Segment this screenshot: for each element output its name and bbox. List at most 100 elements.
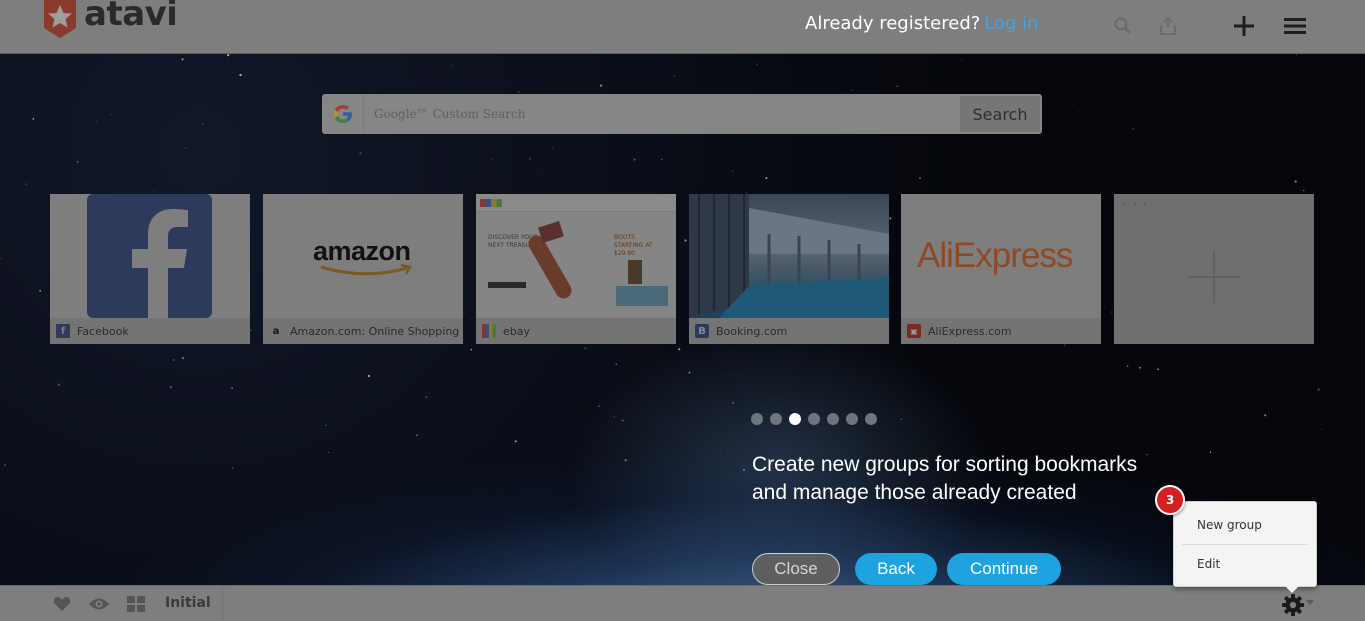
groups-footer-bar: Initial	[0, 585, 1365, 621]
star	[1157, 368, 1159, 371]
footer-divider	[222, 586, 223, 621]
add-bookmark-tile[interactable]: • • •	[1114, 194, 1314, 344]
facebook-logo-icon	[87, 194, 212, 318]
add-icon[interactable]	[1230, 12, 1258, 40]
star	[1303, 189, 1305, 192]
tour-dot[interactable]	[770, 413, 782, 425]
ebay-guitar-image	[525, 232, 575, 302]
grid-view-icon[interactable]	[125, 594, 147, 614]
chevron-down-icon[interactable]	[1306, 600, 1314, 605]
tour-tip-text: Create new groups for sorting bookmarks …	[752, 453, 1138, 504]
bookmark-tile-facebook[interactable]: f Facebook	[50, 194, 250, 344]
bookmark-tile-amazon[interactable]: amazon a Amazon.com: Online Shopping	[263, 194, 463, 344]
bookmark-tile-aliexpress[interactable]: AliExpress ▣ AliExpress.com	[901, 194, 1101, 344]
star	[918, 177, 922, 180]
star	[1064, 344, 1066, 346]
search-icon[interactable]	[1109, 12, 1137, 40]
star	[229, 69, 231, 71]
ebay-thumbnail: DISCOVER YOUR NEXT TREASURE BOOTS STARTIN…	[476, 194, 676, 318]
tour-dot[interactable]	[865, 413, 877, 425]
star-badge-icon	[44, 0, 76, 38]
star	[231, 467, 234, 469]
star	[1264, 414, 1267, 417]
star	[172, 358, 175, 362]
tour-dot[interactable]	[808, 413, 820, 425]
star	[598, 405, 600, 407]
star	[684, 239, 687, 242]
star	[896, 85, 899, 87]
amazon-favicon: a	[272, 325, 280, 337]
star	[416, 434, 418, 437]
star	[892, 56, 894, 58]
aliexpress-thumbnail: AliExpress	[901, 194, 1101, 318]
star	[181, 58, 184, 61]
empty-tile-dots: • • •	[1122, 200, 1149, 210]
star	[450, 65, 452, 66]
star	[673, 75, 675, 77]
menu-item-edit[interactable]: Edit	[1174, 545, 1316, 583]
ebay-promo-right: BOOTS STARTING AT $29.90	[614, 234, 653, 257]
tour-dot[interactable]	[751, 413, 763, 425]
star	[153, 191, 155, 193]
menu-item-new-group[interactable]: New group	[1174, 506, 1316, 544]
ebay-banner	[616, 286, 668, 306]
heart-icon[interactable]	[51, 594, 73, 614]
star	[1078, 110, 1080, 112]
star	[732, 401, 735, 404]
star	[851, 89, 853, 91]
gear-icon[interactable]	[1281, 593, 1305, 617]
ebay-boot-image	[628, 260, 642, 284]
star	[633, 158, 636, 161]
tour-close-button[interactable]: Close	[752, 553, 840, 585]
amazon-logo: amazon	[313, 236, 411, 266]
bookmark-tile-ebay[interactable]: DISCOVER YOUR NEXT TREASURE BOOTS STARTIN…	[476, 194, 676, 344]
ebay-favicon	[482, 324, 496, 338]
aliexpress-logo: AliExpress	[917, 236, 1073, 275]
tour-dot[interactable]	[846, 413, 858, 425]
star	[17, 156, 19, 158]
star	[743, 468, 745, 471]
star	[621, 419, 624, 422]
star	[732, 170, 734, 172]
star	[599, 84, 603, 87]
star	[367, 374, 371, 378]
brand-name: atavi	[84, 0, 178, 34]
group-tab-initial[interactable]: Initial	[165, 595, 211, 611]
login-link[interactable]: Log in	[984, 13, 1038, 34]
tile-title: Amazon.com: Online Shopping	[290, 324, 460, 338]
star	[1132, 128, 1134, 130]
star	[1317, 388, 1320, 391]
hamburger-menu-icon[interactable]	[1281, 12, 1309, 40]
tour-step-badge: 3	[1155, 485, 1185, 515]
star	[250, 329, 252, 331]
share-icon[interactable]	[1154, 12, 1182, 40]
star	[95, 121, 97, 123]
star	[661, 158, 663, 160]
star	[111, 113, 112, 115]
star	[325, 424, 327, 427]
eye-icon[interactable]	[88, 594, 110, 614]
registered-text: Already registered?	[805, 13, 981, 34]
search-button[interactable]: Search	[960, 96, 1040, 132]
star	[182, 357, 184, 359]
star	[765, 177, 768, 180]
star	[363, 455, 365, 457]
aliexpress-favicon: ▣	[907, 324, 921, 338]
star	[1111, 311, 1113, 313]
amazon-smile-icon	[320, 264, 412, 276]
tile-caption: a Amazon.com: Online Shopping	[263, 318, 463, 344]
tour-dot[interactable]	[827, 413, 839, 425]
bookmark-tile-booking[interactable]: B Booking.com	[689, 194, 889, 344]
star	[231, 387, 233, 390]
tour-continue-button[interactable]: Continue	[947, 553, 1061, 585]
star	[470, 348, 473, 351]
tour-back-button[interactable]: Back	[855, 553, 937, 585]
tile-caption: f Facebook	[50, 318, 250, 344]
facebook-thumbnail	[50, 194, 250, 318]
group-settings-menu: New group Edit	[1173, 501, 1317, 593]
search-input[interactable]	[364, 94, 960, 134]
tile-caption: B Booking.com	[689, 318, 889, 344]
tour-dot[interactable]	[789, 413, 801, 425]
star	[961, 59, 963, 61]
atavi-logo[interactable]: atavi	[44, 0, 178, 38]
